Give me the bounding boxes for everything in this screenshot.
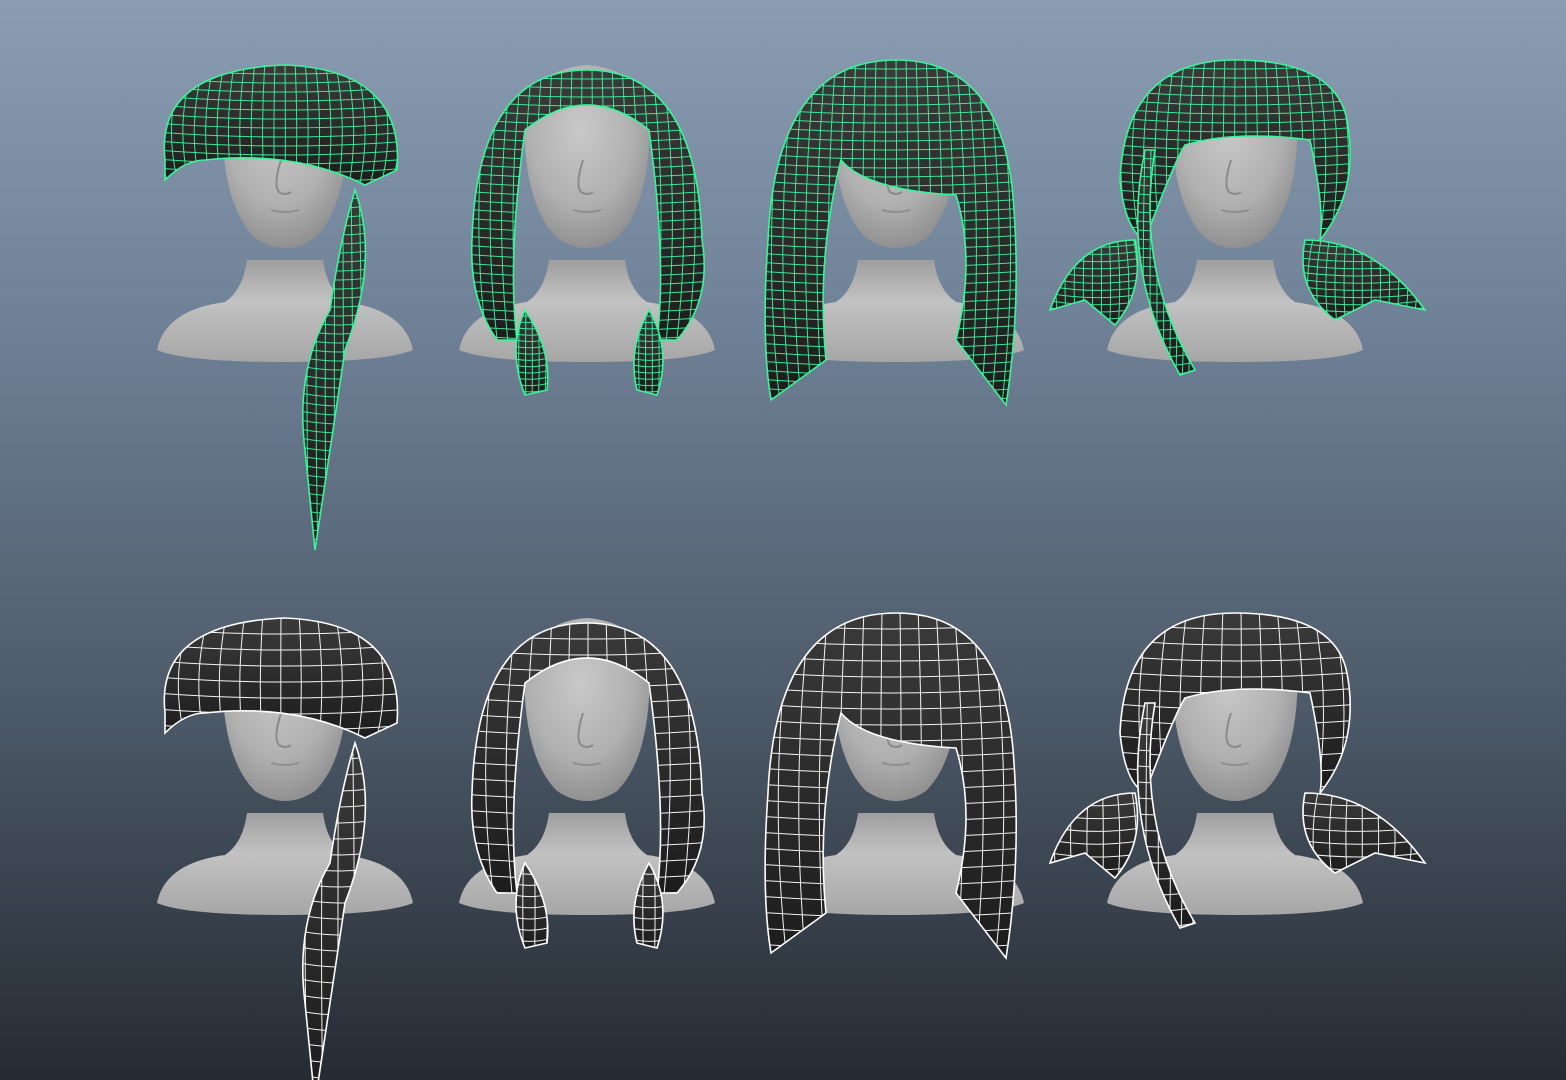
hairstyle-twin-pigtails[interactable] [1038,608,1430,933]
hairstyle-long-with-twin-braids[interactable] [445,65,730,405]
hairstyle-bob-with-side-braid[interactable] [137,613,424,1080]
hairstyle-long-with-twin-braids[interactable] [445,618,715,953]
hairstyle-long-side-swept[interactable] [737,608,1045,965]
hairstyle-long-side-swept[interactable] [737,55,1045,411]
scene-canvas[interactable] [0,0,1566,1080]
maya-viewport[interactable] [0,0,1566,1080]
hairstyle-bob-with-side-braid[interactable] [137,60,422,559]
hairstyle-twin-pigtails[interactable] [1038,55,1435,384]
